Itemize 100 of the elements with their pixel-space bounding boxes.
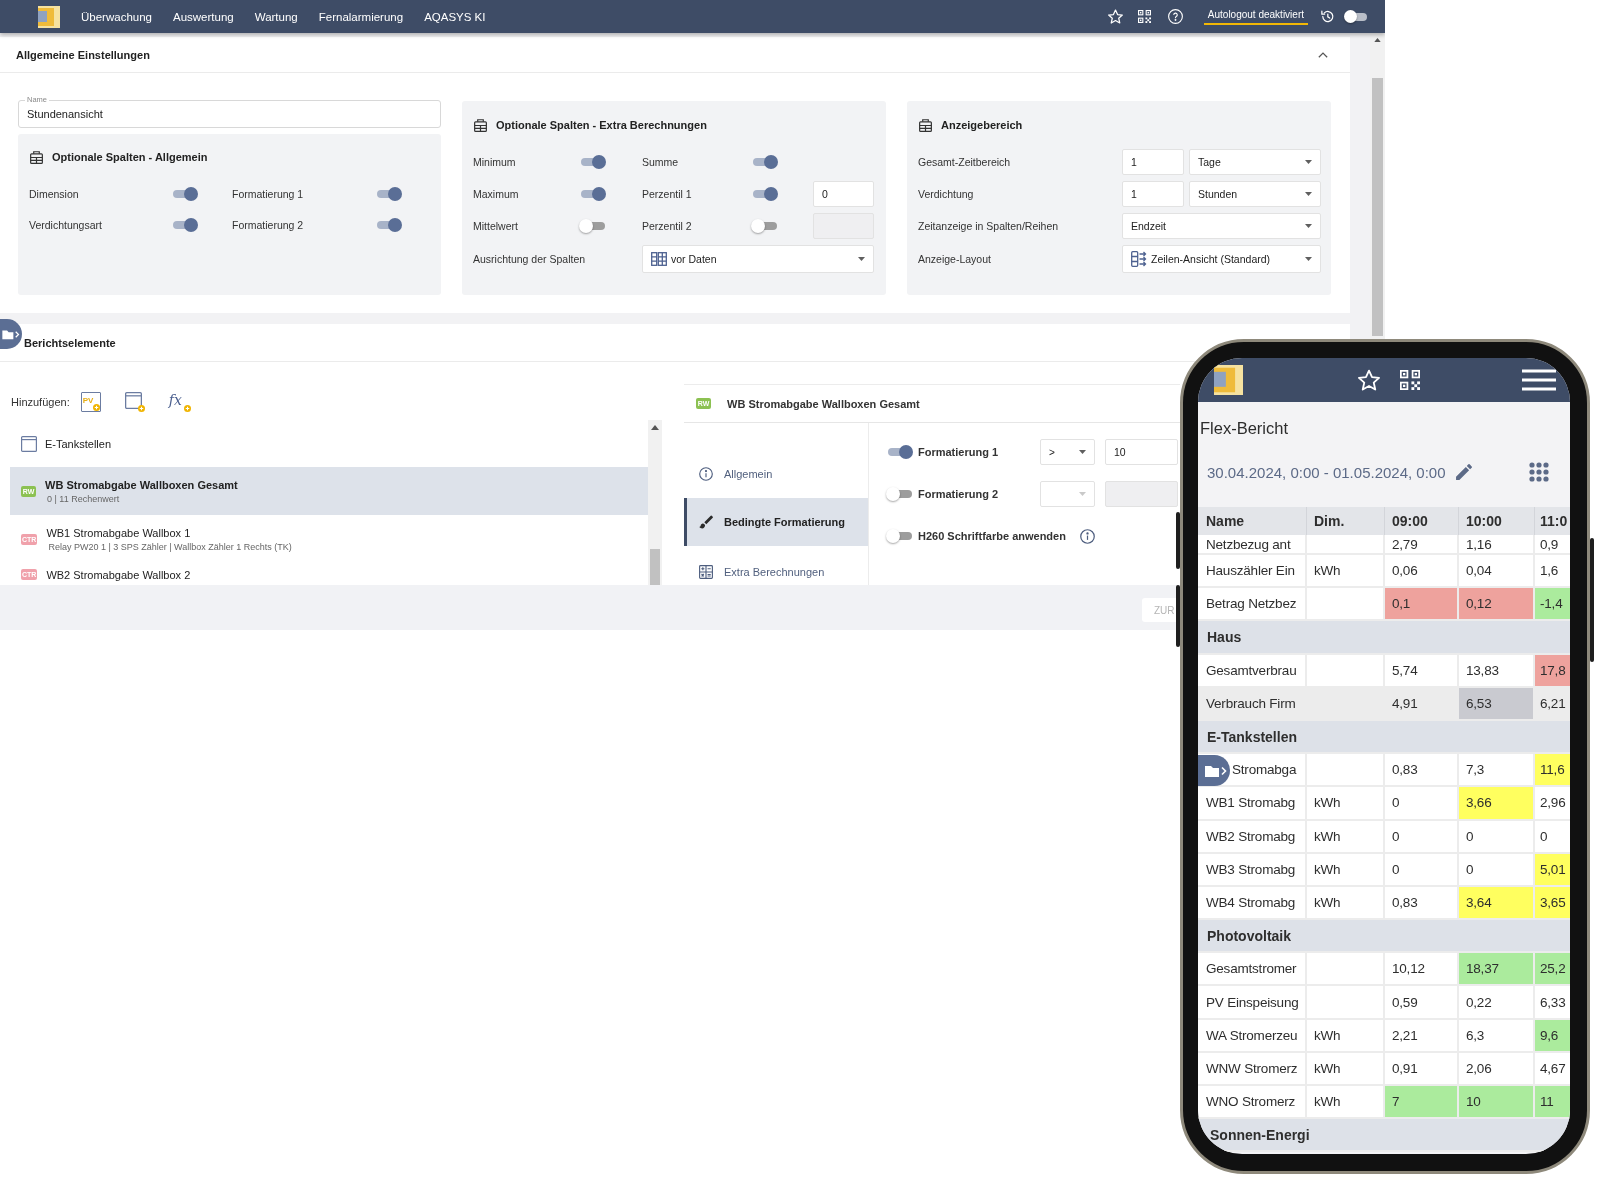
toggle-switch[interactable] [579, 155, 606, 169]
folder-chevron-icon [2, 328, 20, 340]
table-cell: -1,4 [1535, 588, 1570, 622]
operator-select[interactable]: > [1040, 439, 1095, 465]
nav-menu-item[interactable]: Wartung [254, 10, 298, 23]
info-icon[interactable] [1079, 528, 1095, 544]
toggle-switch[interactable] [751, 219, 778, 233]
toggle-switch[interactable] [171, 218, 198, 232]
table-icon [474, 118, 487, 132]
rows-layout-icon [1131, 251, 1147, 267]
history-icon[interactable] [1320, 9, 1335, 24]
table-cell: 11 [1535, 1086, 1570, 1120]
toggle-switch[interactable] [751, 187, 778, 201]
caret-icon [858, 257, 865, 261]
table-cell: 25,2 [1535, 953, 1570, 987]
star-icon[interactable] [1358, 369, 1380, 391]
help-icon[interactable] [1167, 9, 1183, 24]
add-formula-button[interactable]: fx [168, 392, 191, 412]
menu-icon[interactable] [1522, 369, 1556, 391]
toggle-switch[interactable] [886, 529, 913, 543]
toggle-switch[interactable] [579, 219, 606, 233]
add-group-button[interactable] [124, 392, 145, 412]
autologout-status[interactable]: Autologout deaktiviert [1203, 8, 1308, 25]
edit-pencil-icon[interactable] [1455, 464, 1472, 480]
group-header-row: Sonnen-Energi [1198, 1119, 1570, 1153]
scroll-up-arrow-icon[interactable] [1374, 38, 1381, 42]
detail-tab[interactable]: Extra Berechnungen [684, 546, 868, 585]
scrollbar-thumb[interactable] [1372, 78, 1383, 336]
report-title: Flex-Bericht [1200, 418, 1289, 438]
table-cell: 0,12 [1459, 588, 1535, 622]
setting-label: Dimension [29, 188, 79, 200]
element-title: WB Stromabgabe Wallboxen Gesamt [727, 397, 920, 410]
time-display-select[interactable]: Endzeit [1122, 213, 1321, 239]
number-input-field[interactable]: 1 [1122, 181, 1184, 207]
chevron-up-icon[interactable] [1318, 51, 1328, 58]
setting-label: Zeitanzeige in Spalten/Reihen [918, 220, 1059, 232]
brush-icon [699, 515, 713, 529]
table-cell: 9,6 [1535, 1019, 1570, 1053]
alignment-select[interactable]: vor Daten [642, 245, 874, 273]
toggle-switch[interactable] [375, 187, 402, 201]
detail-tab[interactable]: Bedingte Formatierung [684, 498, 868, 546]
table-cell: 7 [1385, 1086, 1459, 1120]
toggle-switch[interactable] [751, 155, 778, 169]
unit-select[interactable]: Tage [1189, 149, 1321, 175]
toggle-switch[interactable] [375, 218, 402, 232]
caret-icon [1305, 224, 1312, 228]
scrollbar-thumb[interactable] [650, 549, 660, 585]
qr-code-icon[interactable] [1137, 10, 1151, 23]
setting-label: Gesamt-Zeitbereich [918, 156, 1011, 168]
setting-label: Verdichtungsart [29, 219, 102, 231]
table-cell: 18,37 [1459, 953, 1535, 987]
scroll-up-arrow-icon[interactable] [651, 425, 659, 430]
folder-chevron-icon [1205, 763, 1227, 778]
nav-menu-item[interactable]: Auswertung [172, 10, 234, 23]
toggle-switch[interactable] [886, 445, 913, 459]
setting-label: Summe [642, 156, 679, 168]
toggle-switch[interactable] [886, 487, 913, 501]
caret-icon [1079, 450, 1086, 454]
unit-select[interactable]: Stunden [1189, 181, 1321, 207]
number-input-field[interactable]: 1 [1122, 149, 1184, 175]
number-input-field[interactable]: 0 [813, 181, 874, 207]
table-cell: 5,01 [1535, 853, 1570, 887]
rule-label: Formatierung 1 [918, 446, 1000, 458]
dots-grid-icon[interactable] [1529, 462, 1549, 482]
add-label: Hinzufügen: [11, 396, 70, 408]
panel-title: Anzeigebereich [941, 119, 1023, 131]
list-item[interactable]: E-Tankstellen [10, 420, 648, 467]
toggle-switch[interactable] [1344, 10, 1368, 23]
caret-icon [1305, 160, 1312, 164]
side-panel-button[interactable] [1198, 755, 1230, 787]
caret-icon [1079, 492, 1086, 496]
detail-tab[interactable]: Allgemein [684, 450, 868, 498]
group-header-row: E-Tankstellen [1198, 720, 1570, 755]
column-header[interactable]: 11:0 [1535, 507, 1570, 535]
nav-menu-item[interactable]: Fernalarmierung [318, 10, 404, 23]
table-icon [30, 150, 43, 164]
group-header-row: Haus [1198, 621, 1570, 655]
table-cell: 6,53 [1459, 687, 1535, 721]
qr-code-icon[interactable] [1400, 370, 1420, 390]
group-header-row: Photovoltaik [1198, 920, 1570, 954]
star-icon[interactable] [1107, 9, 1123, 24]
section-title: Berichtselemente [24, 336, 116, 349]
threshold-input-field[interactable]: 10 [1105, 439, 1178, 465]
nav-menu-item[interactable]: Überwachung [81, 10, 152, 23]
setting-label: Mittelwert [473, 220, 518, 232]
plus-icon [183, 405, 191, 412]
nav-menu-item[interactable]: AQASYS KI [424, 10, 486, 23]
rule-label: Formatierung 2 [918, 488, 1000, 500]
columns-icon [651, 252, 667, 266]
threshold-input-field[interactable] [1105, 481, 1178, 507]
toggle-switch[interactable] [171, 187, 198, 201]
layout-select[interactable]: Zeilen-Ansicht (Standard) [1122, 245, 1321, 273]
table-cell: 3,64 [1459, 886, 1535, 921]
setting-label: Ausrichtung der Spalten [473, 253, 586, 265]
caret-icon [1305, 257, 1312, 261]
logo-icon[interactable] [38, 5, 60, 28]
setting-label: Maximum [473, 188, 519, 200]
side-panel-button[interactable] [0, 319, 22, 349]
date-range: 30.04.2024, 0:00 - 01.05.2024, 0:00 [1207, 463, 1446, 481]
toggle-switch[interactable] [579, 187, 606, 201]
